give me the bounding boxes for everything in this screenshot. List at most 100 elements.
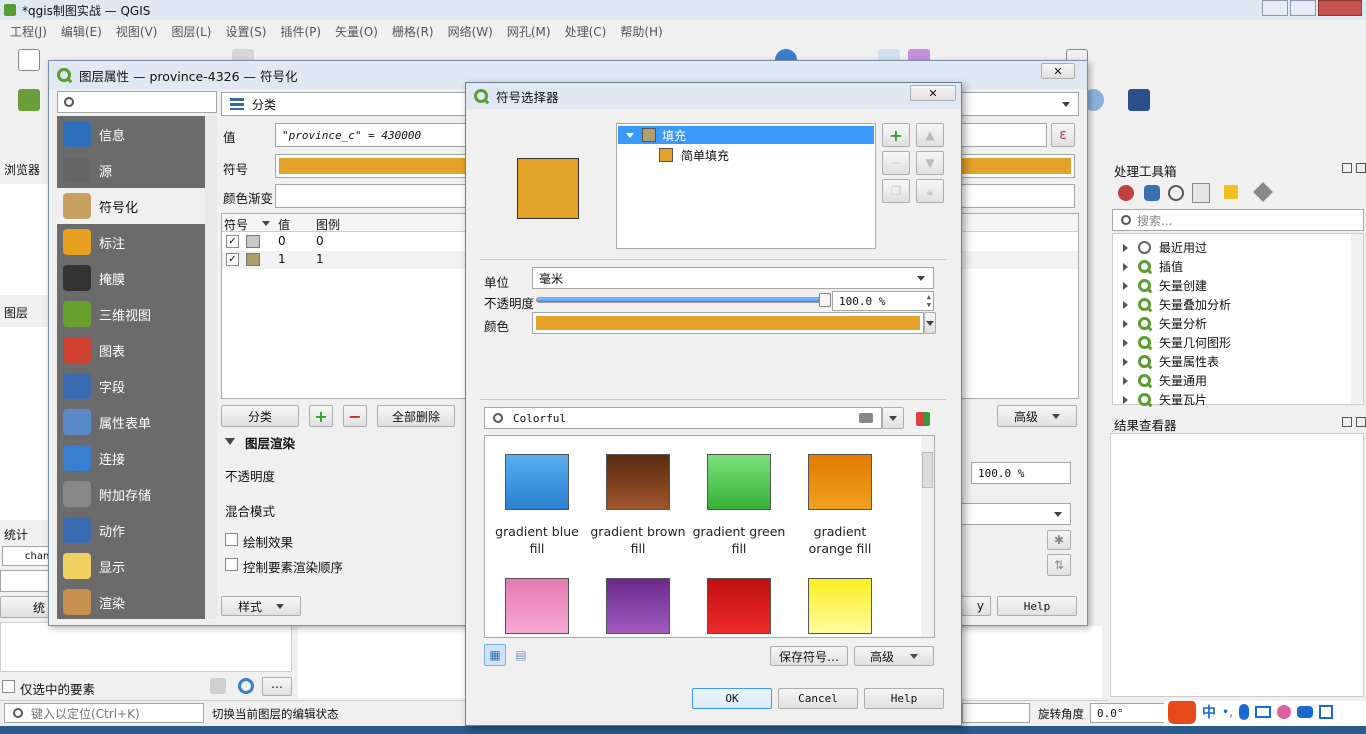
layer-help-button[interactable]: Help [997,596,1077,616]
microphone-icon[interactable] [1238,704,1249,720]
row-symbol-swatch[interactable] [246,235,260,248]
library-scrollbar[interactable] [921,436,934,637]
sidebar-item[interactable]: 附加存储 [57,476,205,512]
toolbox-item[interactable]: 矢量创建 [1123,276,1207,295]
effects-button[interactable]: ✱ [1047,530,1071,550]
layer-props-close-button[interactable]: ✕ [1041,63,1075,79]
layer-opacity-input[interactable]: 100.0 % [971,462,1071,484]
row-checkbox[interactable]: ✓ [226,235,239,248]
refresh-icon[interactable] [238,678,254,694]
toolbox-item[interactable]: 最近用过 [1123,238,1207,257]
toolbox-item[interactable]: 矢量分析 [1123,314,1207,333]
sidebar-item[interactable]: 图表 [57,332,205,368]
toolbox-item[interactable]: 矢量属性表 [1123,352,1219,371]
move-up-button[interactable]: ▲ [916,123,944,147]
move-down-button[interactable]: ▼ [916,151,944,175]
menu-item[interactable]: 帮助(H) [620,23,662,40]
history-icon[interactable] [1168,185,1184,201]
header-value[interactable]: 值 [278,216,290,233]
cancel-button[interactable]: Cancel [778,688,858,709]
opacity-slider[interactable] [536,293,831,307]
menu-item[interactable]: 插件(P) [280,23,321,40]
expand-icon[interactable] [1123,376,1128,385]
expand-icon[interactable] [1123,319,1128,328]
sidebar-item[interactable]: 渲染 [57,584,205,620]
row-symbol-swatch[interactable] [246,253,260,266]
ok-button[interactable]: OK [692,688,772,709]
collapse-icon[interactable] [225,438,235,445]
locate-input[interactable]: 键入以定位(Ctrl+K) [4,703,204,723]
toolbox-item[interactable]: 矢量叠加分析 [1123,295,1231,314]
float-icon[interactable] [1342,163,1352,173]
menu-item[interactable]: 设置(S) [226,23,267,40]
add-layer-icon[interactable] [18,89,40,111]
header-legend[interactable]: 图例 [316,216,340,233]
stats-button[interactable]: 统 [0,596,50,618]
close-icon[interactable] [1318,0,1362,16]
keyboard-icon[interactable] [1254,706,1271,718]
delete-all-button[interactable]: 全部删除 [377,405,455,427]
game-icon[interactable] [1296,706,1313,718]
toolbox-item[interactable]: 矢量几何图形 [1123,333,1231,352]
sidebar-item[interactable]: 掩膜 [57,260,205,296]
toolbox-scrollbar[interactable] [1351,234,1363,404]
color-button[interactable] [532,312,924,334]
ime-lang[interactable]: 中 [1202,702,1216,722]
menu-item[interactable]: 工程(J) [10,23,47,40]
duplicate-button[interactable]: ❐ [882,179,910,203]
remove-symbol-layer-button[interactable]: − [882,151,910,175]
expand-icon[interactable] [1123,281,1128,290]
order-button[interactable]: ⇅ [1047,554,1071,576]
icon-view-button[interactable]: ▦ [484,644,506,666]
sidebar-item[interactable]: 属性表单 [57,404,205,440]
toolbox-run-icon[interactable] [1118,185,1134,201]
float-icon[interactable] [1342,417,1352,427]
library-symbol[interactable] [505,578,569,634]
copy-icon[interactable] [210,678,226,694]
sidebar-item[interactable]: 三维视图 [57,296,205,332]
sidebar-item[interactable]: 标注 [57,224,205,260]
opacity-spinbox[interactable]: 100.0 % ▲ ▼ [832,291,934,311]
ime-toolbar[interactable]: 中 •, [1164,698,1366,726]
clear-icon[interactable] [859,413,873,423]
grid-icon[interactable] [1318,705,1333,719]
wrench-icon[interactable] [1253,182,1273,202]
menu-item[interactable]: 网络(W) [448,23,493,40]
expand-icon[interactable] [1123,243,1128,252]
opacity-slider-handle[interactable] [819,293,831,307]
style-manager-icon[interactable] [916,412,930,426]
library-search[interactable]: Colorful [484,407,882,429]
sidebar-item[interactable]: 连接 [57,440,205,476]
remove-class-button[interactable]: − [343,405,367,427]
expand-icon[interactable] [1123,395,1128,404]
edit-icon[interactable] [1224,185,1238,199]
sidebar-item[interactable]: 信息 [57,116,205,152]
classify-button[interactable]: 分类 [221,405,299,427]
draw-effects-checkbox[interactable] [225,533,238,546]
sidebar-scrollbar[interactable] [205,116,217,619]
map-canvas[interactable] [298,626,466,698]
minimize-icon[interactable] [1262,0,1288,16]
menu-item[interactable]: 网孔(M) [507,23,551,40]
library-symbol[interactable] [707,454,771,510]
close-dock-icon[interactable] [1356,163,1366,173]
menu-item[interactable]: 矢量(O) [335,23,378,40]
symbol-advanced-button[interactable]: 高级 [854,646,934,666]
menu-item[interactable]: 处理(C) [565,23,607,40]
color-menu-button[interactable] [924,312,936,334]
library-symbol[interactable] [505,454,569,510]
sidebar-item[interactable]: 符号化 [57,188,205,224]
toolbox-item[interactable]: 矢量通用 [1123,371,1207,390]
row-checkbox[interactable]: ✓ [226,253,239,266]
expand-icon[interactable] [1123,338,1128,347]
row-legend[interactable]: 0 [316,234,324,248]
scrollbar-thumb[interactable] [922,452,933,488]
toolbox-item[interactable]: 矢量瓦片 [1123,390,1207,409]
window-controls[interactable] [1262,0,1366,18]
tree-root[interactable]: 填充 [618,126,874,144]
expression-button[interactable]: ε [1051,123,1075,147]
maximize-icon[interactable] [1290,0,1316,16]
scale-input[interactable] [962,703,1030,723]
rotation-input[interactable]: 0.0° [1090,703,1166,723]
menu-item[interactable]: 视图(V) [116,23,158,40]
